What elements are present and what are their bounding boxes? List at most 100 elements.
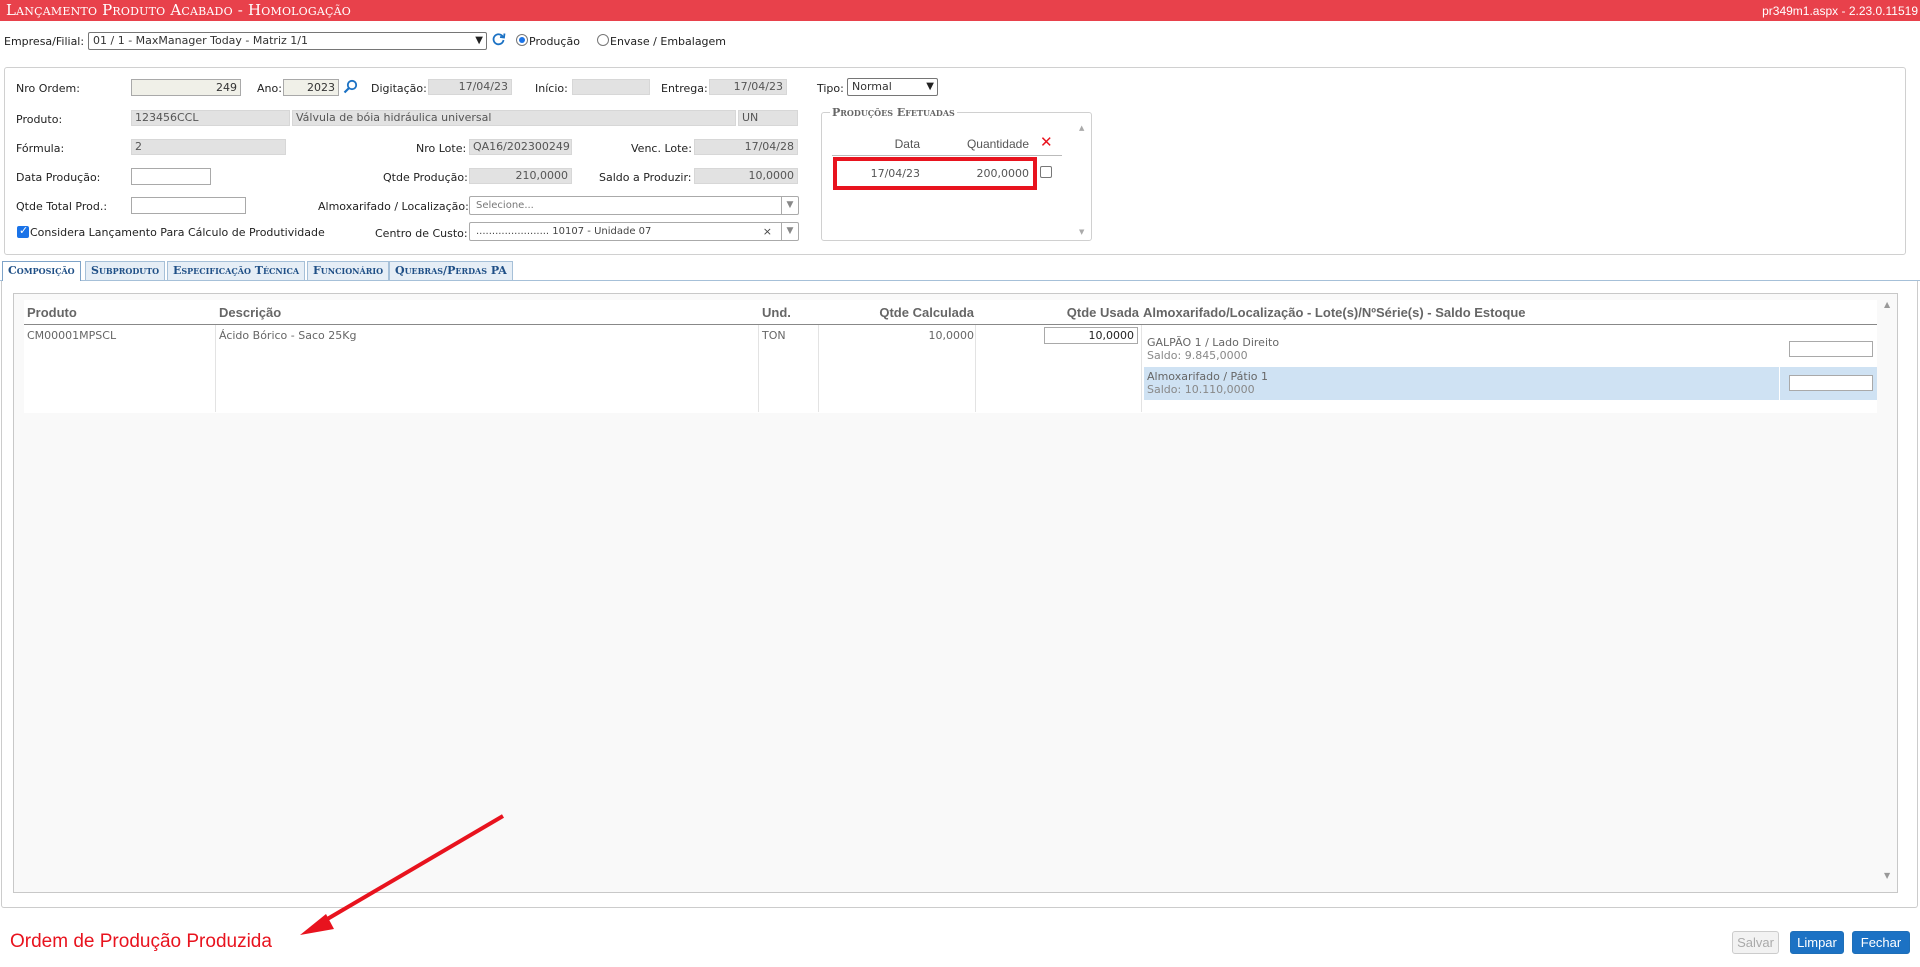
loc-qtde-input[interactable] xyxy=(1789,375,1873,391)
fechar-button[interactable]: Fechar xyxy=(1852,931,1910,954)
title-bar: Lançamento Produto Acabado - Homologação… xyxy=(0,0,1920,21)
producao-label: Produção xyxy=(529,35,580,48)
cell-descricao: Ácido Bórico - Saco 25Kg xyxy=(219,329,357,342)
header-qtde-usada: Qtde Usada xyxy=(1066,305,1139,320)
search-icon[interactable] xyxy=(343,79,358,94)
producao-data: 17/04/23 xyxy=(870,167,920,180)
col-quantidade-header: Quantidade xyxy=(966,137,1029,151)
qtde-total-input[interactable] xyxy=(131,197,246,214)
header-qtde-calculada: Qtde Calculada xyxy=(879,305,974,320)
producao-checkbox[interactable] xyxy=(1040,166,1052,178)
centro-custo-select[interactable]: ....................... 10107 - Unidade … xyxy=(469,222,799,241)
grid-header-line xyxy=(24,324,1877,325)
refresh-icon[interactable] xyxy=(492,32,506,46)
loc-qtde-input[interactable] xyxy=(1789,341,1873,357)
scroll-up-icon[interactable]: ▲ xyxy=(1079,124,1084,132)
data-producao-label: Data Produção: xyxy=(16,171,101,184)
qtde-usada-input[interactable]: 10,0000 xyxy=(1044,327,1138,344)
version-label: pr349m1.aspx - 2.23.0.11519 xyxy=(1762,4,1918,18)
chevron-down-icon: ▼ xyxy=(475,35,483,46)
produto-unidade-field: UN xyxy=(738,110,798,126)
ano-input[interactable]: 2023 xyxy=(283,79,339,96)
limpar-button[interactable]: Limpar xyxy=(1790,931,1844,954)
header-und: Und. xyxy=(762,305,791,320)
producoes-efetuadas-legend: Produções Efetuadas xyxy=(830,106,957,119)
venc-lote-field: 17/04/28 xyxy=(694,139,798,155)
producao-radio[interactable] xyxy=(516,34,528,46)
chevron-down-icon: ▼ xyxy=(926,81,934,92)
page-title: Lançamento Produto Acabado - Homologação xyxy=(6,1,352,19)
produto-descricao-field: Válvula de bóia hidráulica universal xyxy=(292,110,736,126)
entrega-field: 17/04/23 xyxy=(709,79,787,95)
centro-custo-label: Centro de Custo: xyxy=(375,227,468,240)
inicio-label: Início: xyxy=(535,82,568,95)
producao-quantidade: 200,0000 xyxy=(976,167,1030,180)
qtde-producao-label: Qtde Produção: xyxy=(383,171,468,184)
cell-qtde-calculada: 10,0000 xyxy=(928,329,975,342)
considera-label: Considera Lançamento Para Cálculo de Pro… xyxy=(30,226,325,239)
nro-ordem-label: Nro Ordem: xyxy=(16,82,80,95)
venc-lote-label: Venc. Lote: xyxy=(631,142,692,155)
col-sep xyxy=(975,325,976,412)
loc-saldo: Saldo: 10.110,0000 xyxy=(1147,383,1255,396)
delete-icon[interactable]: ✕ xyxy=(1040,133,1053,151)
formula-label: Fórmula: xyxy=(16,142,65,155)
formula-field: 2 xyxy=(131,139,286,155)
annotation-arrow-icon xyxy=(300,814,505,935)
clear-icon[interactable]: × xyxy=(763,223,772,240)
loc-name: GALPÃO 1 / Lado Direito xyxy=(1147,336,1280,349)
col-sep xyxy=(215,325,216,412)
tab-especificacao-tecnica[interactable]: Especificação Técnica xyxy=(167,261,306,280)
empresa-value: 01 / 1 - MaxManager Today - Matriz 1/1 xyxy=(93,34,308,47)
cell-produto: CM00001MPSCL xyxy=(27,329,117,342)
nro-lote-label: Nro Lote: xyxy=(416,142,467,155)
scroll-down-icon[interactable]: ▼ xyxy=(1884,871,1890,880)
produto-codigo-field: 123456CCL xyxy=(131,110,290,126)
envase-radio[interactable] xyxy=(597,34,609,46)
nro-lote-field: QA16/202300249 xyxy=(469,139,572,155)
saldo-label: Saldo a Produzir: xyxy=(599,171,692,184)
almox-label: Almoxarifado / Localização: xyxy=(318,200,469,213)
col-sep xyxy=(1779,367,1780,400)
tab-quebras-perdas[interactable]: Quebras/Perdas PA xyxy=(389,261,513,280)
tipo-select[interactable]: Normal ▼ xyxy=(847,78,938,96)
data-producao-input[interactable] xyxy=(131,168,211,185)
envase-label: Envase / Embalagem xyxy=(610,35,727,48)
col-sep xyxy=(758,325,759,412)
empresa-select[interactable]: 01 / 1 - MaxManager Today - Matriz 1/1 ▼ xyxy=(88,32,487,50)
inicio-field xyxy=(572,79,650,95)
header-almox: Almoxarifado/Localização - Lote(s)/NºSér… xyxy=(1143,305,1526,320)
chevron-down-icon: ▼ xyxy=(781,197,798,214)
col-data-header: Data xyxy=(894,137,920,151)
tab-funcionario[interactable]: Funcionário xyxy=(307,261,390,280)
almox-select[interactable]: Selecione... ▼ xyxy=(469,196,799,215)
empresa-label: Empresa/Filial: xyxy=(4,35,85,48)
digitacao-field: 17/04/23 xyxy=(428,79,512,95)
tipo-label: Tipo: xyxy=(817,82,844,95)
tab-composicao[interactable]: Composição xyxy=(2,261,81,281)
col-sep xyxy=(818,325,819,412)
tab-subproduto[interactable]: Subproduto xyxy=(85,261,166,280)
cell-und: TON xyxy=(762,329,786,342)
scroll-down-icon[interactable]: ▼ xyxy=(1079,228,1084,236)
digitacao-label: Digitação: xyxy=(371,82,427,95)
entrega-label: Entrega: xyxy=(661,82,708,95)
ano-label: Ano: xyxy=(257,82,282,95)
loc-name: Almoxarifado / Pátio 1 xyxy=(1147,370,1269,383)
col-sep xyxy=(1141,325,1142,412)
annotation-text: Ordem de Produção Produzida xyxy=(10,931,272,952)
saldo-field: 10,0000 xyxy=(694,168,798,184)
centro-custo-value: ....................... 10107 - Unidade … xyxy=(476,226,652,237)
header-descricao: Descrição xyxy=(219,305,282,320)
almox-placeholder: Selecione... xyxy=(476,200,534,211)
scroll-up-icon[interactable]: ▲ xyxy=(1884,300,1890,309)
considera-checkbox[interactable] xyxy=(17,224,29,238)
qtde-producao-field: 210,0000 xyxy=(469,168,572,184)
tipo-value: Normal xyxy=(852,80,892,93)
nro-ordem-input[interactable]: 249 xyxy=(131,79,241,96)
salvar-button[interactable]: Salvar xyxy=(1732,931,1779,954)
loc-saldo: Saldo: 9.845,0000 xyxy=(1147,349,1248,362)
produto-label: Produto: xyxy=(16,113,63,126)
header-divider xyxy=(832,155,1062,156)
header-produto: Produto xyxy=(27,305,77,320)
